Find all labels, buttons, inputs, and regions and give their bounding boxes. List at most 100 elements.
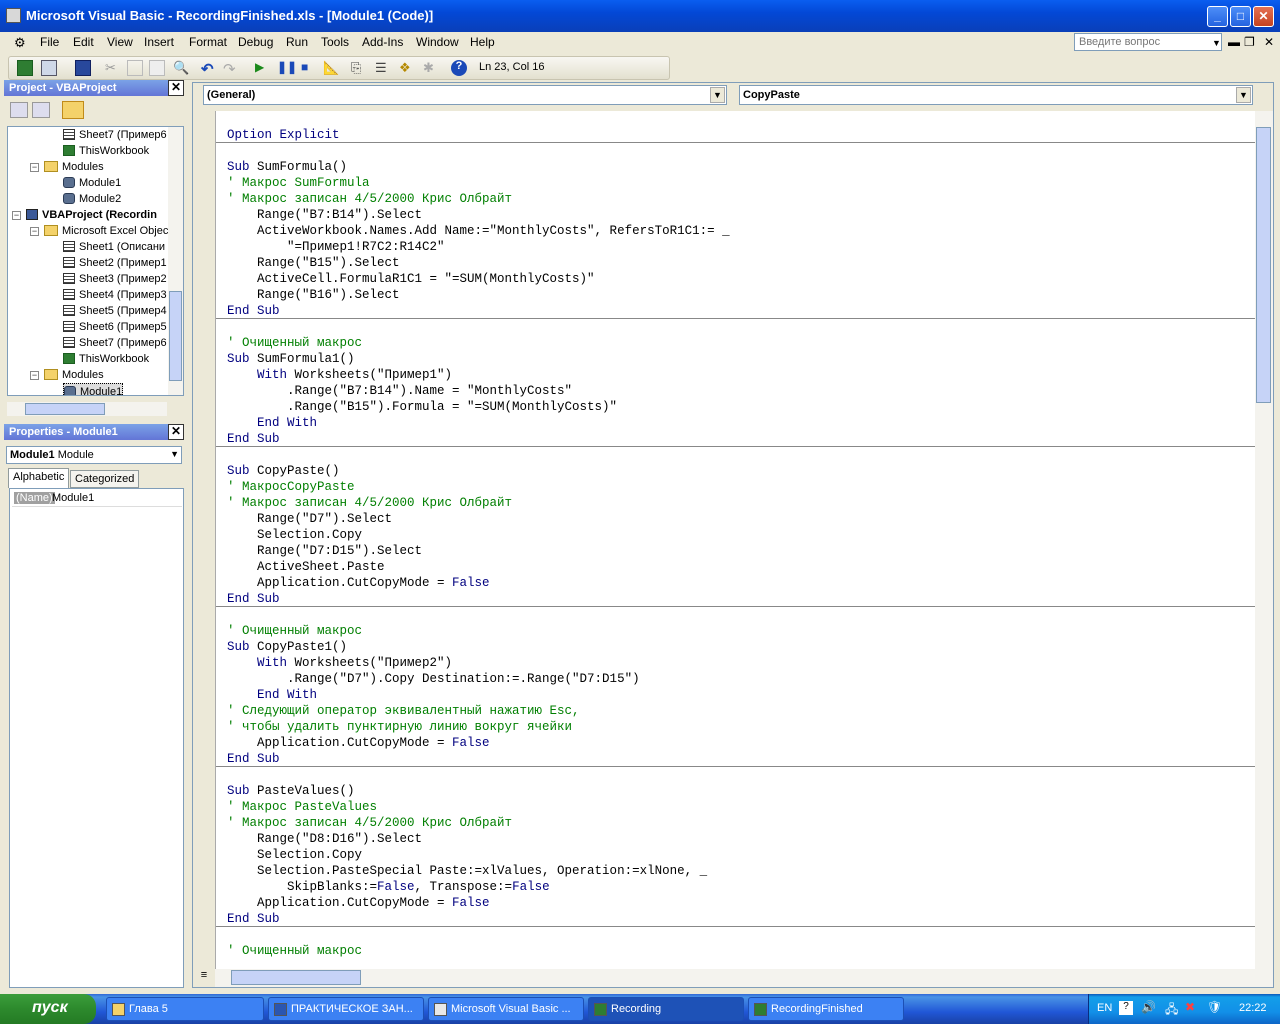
menu-insert[interactable]: Insert [144, 35, 174, 49]
code-line[interactable]: Range("B15").Select [227, 255, 400, 271]
code-line[interactable]: .Range("B7:B14").Name = "MonthlyCosts" [227, 383, 572, 399]
task-recording-finished[interactable]: RecordingFinished [748, 997, 904, 1021]
code-line[interactable]: ' Очищенный макрос [227, 943, 362, 959]
tree-horizontal-scrollbar[interactable] [7, 402, 167, 416]
antivirus-icon[interactable]: ✖ [1185, 1000, 1195, 1014]
collapse-icon[interactable]: − [30, 163, 39, 172]
code-line[interactable]: Selection.Copy [227, 847, 362, 863]
code-line[interactable]: ' Очищенный макрос [227, 623, 362, 639]
view-excel-icon[interactable] [17, 60, 33, 76]
code-line[interactable]: Range("D7:D15").Select [227, 543, 422, 559]
code-line[interactable]: Sub SumFormula() [227, 159, 347, 175]
properties-window-icon[interactable]: ☰ [375, 60, 391, 76]
code-line[interactable]: End With [227, 687, 317, 703]
security-icon[interactable]: 🛡 [1207, 1000, 1222, 1014]
code-line[interactable]: ' Макрос записан 4/5/2000 Крис Олбрайт [227, 495, 512, 511]
help-tray-icon[interactable]: ? [1119, 1001, 1133, 1015]
tree-node[interactable]: Sheet7 (Пример6 [63, 127, 167, 143]
code-line[interactable]: End With [227, 415, 317, 431]
code-line[interactable]: End Sub [227, 303, 280, 319]
code-line[interactable]: Selection.Copy [227, 527, 362, 543]
code-line[interactable]: Sub SumFormula1() [227, 351, 355, 367]
object-selector[interactable]: Module1 Module ▼ [6, 446, 182, 464]
code-line[interactable]: ' МакросCopyPaste [227, 479, 355, 495]
menu-debug[interactable]: Debug [238, 35, 273, 49]
tree-node[interactable]: Sheet3 (Пример2 [63, 271, 167, 287]
code-line[interactable]: Selection.PasteSpecial Paste:=xlValues, … [227, 863, 707, 879]
maximize-button[interactable]: □ [1230, 6, 1251, 27]
code-line[interactable]: ' Макрос PasteValues [227, 799, 377, 815]
project-explorer-icon[interactable]: ⎘ [351, 60, 367, 76]
code-line[interactable]: ActiveWorkbook.Names.Add Name:="MonthlyC… [227, 223, 730, 239]
code-line[interactable]: Sub CopyPaste() [227, 463, 340, 479]
undo-icon[interactable]: ↶ [201, 60, 217, 78]
menu-window[interactable]: Window [416, 35, 459, 49]
code-line[interactable]: Option Explicit [227, 127, 340, 143]
code-line[interactable]: ' Макрос записан 4/5/2000 Крис Олбрайт [227, 191, 512, 207]
menu-view[interactable]: View [107, 35, 133, 49]
tree-node[interactable]: Sheet7 (Пример6 [63, 335, 167, 351]
menu-tools[interactable]: Tools [321, 35, 349, 49]
code-horizontal-scrollbar[interactable] [215, 969, 1273, 987]
tree-node[interactable]: Module2 [63, 191, 121, 207]
code-line[interactable]: ' Очищенный макрос [227, 335, 362, 351]
scroll-thumb[interactable] [25, 403, 105, 415]
procedure-view-icon[interactable]: ≡ [195, 969, 213, 987]
collapse-icon[interactable]: − [12, 211, 21, 220]
code-line[interactable]: End Sub [227, 431, 280, 447]
code-line[interactable]: Application.CutCopyMode = False [227, 735, 490, 751]
tree-node[interactable]: Sheet1 (Описани [63, 239, 165, 255]
code-line[interactable]: ' чтобы удалить пунктирную линию вокруг … [227, 719, 572, 735]
menu-file[interactable]: File [40, 35, 59, 49]
code-line[interactable]: End Sub [227, 911, 280, 927]
collapse-icon[interactable]: − [30, 227, 39, 236]
redo-icon[interactable]: ↷ [223, 60, 239, 78]
view-object-icon[interactable] [32, 102, 50, 118]
code-line[interactable]: Sub CopyPaste1() [227, 639, 347, 655]
task-vba[interactable]: Microsoft Visual Basic ... [428, 997, 584, 1021]
project-close-button[interactable]: ✕ [168, 80, 184, 96]
reset-icon[interactable]: ■ [301, 60, 317, 76]
scroll-thumb[interactable] [231, 970, 361, 985]
vba-app-icon[interactable] [6, 8, 21, 23]
copy-icon[interactable] [127, 60, 143, 76]
code-line[interactable]: Range("D8:D16").Select [227, 831, 422, 847]
insert-module-icon[interactable] [41, 60, 57, 76]
code-line[interactable]: Application.CutCopyMode = False [227, 575, 490, 591]
tree-node[interactable]: Microsoft Excel Objec [44, 223, 168, 239]
help-icon[interactable]: ? [451, 60, 467, 76]
child-close-button[interactable]: ✕ [1264, 35, 1274, 49]
code-line[interactable]: Application.CutCopyMode = False [227, 895, 490, 911]
menu-format[interactable]: Format [189, 35, 227, 49]
menu-help[interactable]: Help [470, 35, 495, 49]
scroll-thumb[interactable] [169, 291, 182, 381]
code-line[interactable]: .Range("D7").Copy Destination:=.Range("D… [227, 671, 640, 687]
object-combo[interactable]: (General) ▼ [203, 85, 727, 105]
code-line[interactable]: Range("B7:B14").Select [227, 207, 422, 223]
object-browser-icon[interactable]: ❖ [399, 60, 415, 76]
toolbox-icon[interactable]: ✱ [423, 60, 439, 76]
child-restore-button[interactable]: ❐ [1244, 35, 1255, 49]
code-line[interactable]: Range("B16").Select [227, 287, 400, 303]
tab-categorized[interactable]: Categorized [70, 470, 140, 488]
menu-add-ins[interactable]: Add-Ins [362, 35, 403, 49]
network-icon[interactable]: 🖧 [1165, 1000, 1178, 1021]
tree-node[interactable]: Sheet2 (Пример1 [63, 255, 167, 271]
code-line[interactable]: ActiveSheet.Paste [227, 559, 385, 575]
code-editor[interactable]: Option Explicit Sub SumFormula() ' Макрос … [215, 111, 1255, 969]
code-line[interactable]: Sub PasteValues() [227, 783, 355, 799]
code-line[interactable]: SkipBlanks:=False, Transpose:=False [227, 879, 550, 895]
close-button[interactable]: ✕ [1253, 6, 1274, 27]
code-vertical-scrollbar[interactable] [1255, 111, 1273, 969]
module-control-icon[interactable]: ⚙ [14, 35, 26, 51]
code-line[interactable]: Range("D7").Select [227, 511, 392, 527]
code-line[interactable]: ' Следующий оператор эквивалентный нажат… [227, 703, 580, 719]
collapse-icon[interactable]: − [30, 371, 39, 380]
language-indicator[interactable]: EN [1097, 1002, 1112, 1014]
menu-edit[interactable]: Edit [73, 35, 94, 49]
task-recording[interactable]: Recording [588, 997, 744, 1021]
tree-node-selected[interactable]: Module1 [63, 383, 124, 395]
find-icon[interactable]: 🔍 [173, 60, 189, 76]
tree-node[interactable]: Sheet5 (Пример4 [63, 303, 167, 319]
property-value[interactable]: Module1 [52, 492, 94, 504]
